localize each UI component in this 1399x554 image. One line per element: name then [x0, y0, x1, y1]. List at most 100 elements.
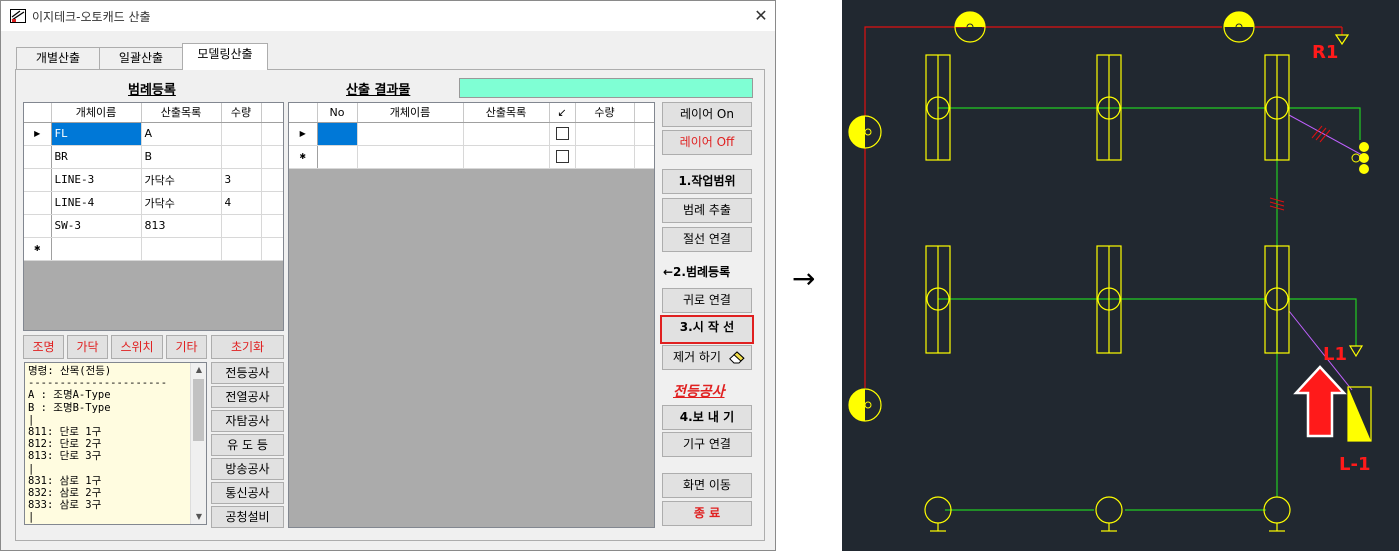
dialog-window: 이지테크-오토캐드 산출 ✕ 개별산출 일괄산출 모델링산출 범례등록 산출 결…	[0, 0, 776, 551]
step2-legend-label: ←2.범례등록	[663, 265, 731, 279]
col-header-list[interactable]: 산출목록	[141, 103, 222, 123]
work-guide-light-button[interactable]: 유 도 등	[211, 434, 284, 456]
work-telecom-button[interactable]: 통신공사	[211, 482, 284, 504]
reset-button[interactable]: 초기화	[211, 335, 284, 359]
legend-section-title: 범례등록	[128, 83, 176, 98]
work-lighting-button[interactable]: 전등공사	[211, 362, 284, 384]
step4-send-button[interactable]: 4.보 내 기	[662, 405, 752, 430]
layer-on-button[interactable]: 레이어 On	[662, 102, 752, 127]
label-r1: R1	[1312, 42, 1338, 63]
current-row-icon: ▶	[24, 122, 52, 146]
table-row[interactable]: LINE-4 가닥수 4	[24, 191, 283, 215]
tab-individual[interactable]: 개별산출	[16, 47, 100, 69]
home-connect-button[interactable]: 귀로 연결	[662, 288, 752, 313]
ceiling-light-group	[848, 11, 1255, 422]
current-row-icon: ▶	[289, 122, 318, 146]
vertical-scrollbar[interactable]: ▲ ▼	[190, 363, 206, 524]
red-up-arrow-icon	[1293, 365, 1347, 438]
extract-legend-button[interactable]: 범례 추출	[662, 198, 752, 223]
command-text-box[interactable]: 명령: 산목(전등) ---------------------- A : 조명…	[24, 362, 207, 525]
scroll-up-icon[interactable]: ▲	[191, 363, 206, 377]
cell-list[interactable]: 813	[141, 214, 222, 238]
move-screen-button[interactable]: 화면 이동	[662, 473, 752, 498]
new-row[interactable]: ✱	[289, 145, 654, 169]
red-wire	[864, 26, 1343, 388]
work-broadcast-button[interactable]: 방송공사	[211, 458, 284, 480]
new-row[interactable]: ✱	[24, 237, 283, 261]
label-l1-switch: L-1	[1339, 454, 1370, 475]
row-checkbox[interactable]	[555, 127, 569, 141]
bottom-fixture-group	[924, 496, 1291, 532]
strand-button[interactable]: 가닥	[67, 335, 108, 359]
new-row-icon: ✱	[24, 237, 52, 261]
work-outlet-button[interactable]: 전열공사	[211, 386, 284, 408]
col-header-name[interactable]: 개체이름	[357, 103, 464, 123]
eraser-icon	[729, 351, 745, 364]
table-row[interactable]: SW-3 813	[24, 214, 283, 238]
fixture-group	[925, 54, 1290, 354]
work-fire-button[interactable]: 자탐공사	[211, 410, 284, 432]
window-title: 이지테크-오토캐드 산출	[32, 10, 151, 24]
col-header-qty[interactable]: 수량	[575, 103, 635, 123]
result-grid[interactable]: No 개체이름 산출목록 ↙ 수량 ▶ ✱	[288, 102, 655, 528]
app-icon	[10, 9, 26, 23]
remove-button[interactable]: 제거 하기	[662, 345, 752, 370]
green-wire	[938, 107, 1361, 511]
new-row-icon: ✱	[289, 145, 318, 169]
current-work-label: 전등공사	[673, 384, 725, 400]
work-antenna-button[interactable]: 공청설비	[211, 506, 284, 528]
exit-button[interactable]: 종 료	[662, 501, 752, 526]
arrow-head-l1	[1348, 345, 1364, 358]
step3-start-button[interactable]: 3.시 작 선	[660, 315, 754, 344]
switch-button[interactable]: 스위치	[111, 335, 163, 359]
cell-name[interactable]: SW-3	[51, 214, 142, 238]
layer-off-button[interactable]: 레이어 Off	[662, 130, 752, 155]
cell-qty[interactable]	[221, 214, 262, 238]
col-header-name[interactable]: 개체이름	[51, 103, 142, 123]
cell-qty[interactable]: 4	[221, 191, 262, 215]
lighting-button[interactable]: 조명	[23, 335, 64, 359]
arrow-icon: →	[792, 262, 816, 295]
table-row[interactable]: BR B	[24, 145, 283, 169]
scroll-down-icon[interactable]: ▼	[191, 510, 206, 524]
table-row[interactable]: ▶ FL A	[24, 122, 283, 146]
result-section-title: 산출 결과물	[346, 83, 411, 98]
cell-qty[interactable]	[221, 145, 262, 169]
connect-cut-button[interactable]: 절선 연결	[662, 227, 752, 252]
switch-cluster	[1351, 142, 1369, 174]
cad-canvas[interactable]: R1 L1 L-1	[842, 0, 1399, 551]
legend-grid[interactable]: 개체이름 산출목록 수량 ▶ FL A BR B LINE-3 가닥수 3 LI…	[23, 102, 284, 331]
cell-name[interactable]: LINE-3	[51, 168, 142, 192]
col-header-list[interactable]: 산출목록	[463, 103, 550, 123]
cell-qty[interactable]	[221, 122, 262, 146]
label-l1: L1	[1323, 344, 1347, 365]
cell-list[interactable]: A	[141, 122, 222, 146]
other-button[interactable]: 기타	[166, 335, 207, 359]
tick-marks	[1269, 125, 1331, 211]
cell-list[interactable]: 가닥수	[141, 191, 222, 215]
row-checkbox[interactable]	[555, 150, 569, 164]
command-text: 명령: 산목(전등) ---------------------- A : 조명…	[28, 365, 168, 524]
fixture-connect-button[interactable]: 기구 연결	[662, 432, 752, 457]
close-icon[interactable]: ✕	[749, 5, 773, 27]
col-header-no[interactable]: No	[317, 103, 358, 123]
cell-qty[interactable]: 3	[221, 168, 262, 192]
tab-modeling[interactable]: 모델링산출	[182, 43, 268, 70]
table-row[interactable]: ▶	[289, 122, 654, 146]
cell-list[interactable]: B	[141, 145, 222, 169]
table-row[interactable]: LINE-3 가닥수 3	[24, 168, 283, 192]
cell-list[interactable]: 가닥수	[141, 168, 222, 192]
cell-name[interactable]: LINE-4	[51, 191, 142, 215]
scroll-thumb[interactable]	[193, 379, 204, 441]
step1-scope-button[interactable]: 1.작업범위	[662, 169, 752, 194]
cad-drawing-view[interactable]: R1 L1 L-1	[842, 0, 1399, 551]
col-header-qty[interactable]: 수량	[221, 103, 262, 123]
remove-label: 제거 하기	[673, 350, 721, 364]
tab-batch[interactable]: 일괄산출	[99, 47, 183, 69]
cell-name[interactable]: BR	[51, 145, 142, 169]
col-header-check[interactable]: ↙	[549, 103, 576, 123]
switch-symbol	[1347, 386, 1372, 442]
cell-name[interactable]: FL	[51, 122, 142, 146]
title-bar: 이지테크-오토캐드 산출 ✕	[1, 1, 775, 31]
result-status-box	[459, 78, 753, 98]
